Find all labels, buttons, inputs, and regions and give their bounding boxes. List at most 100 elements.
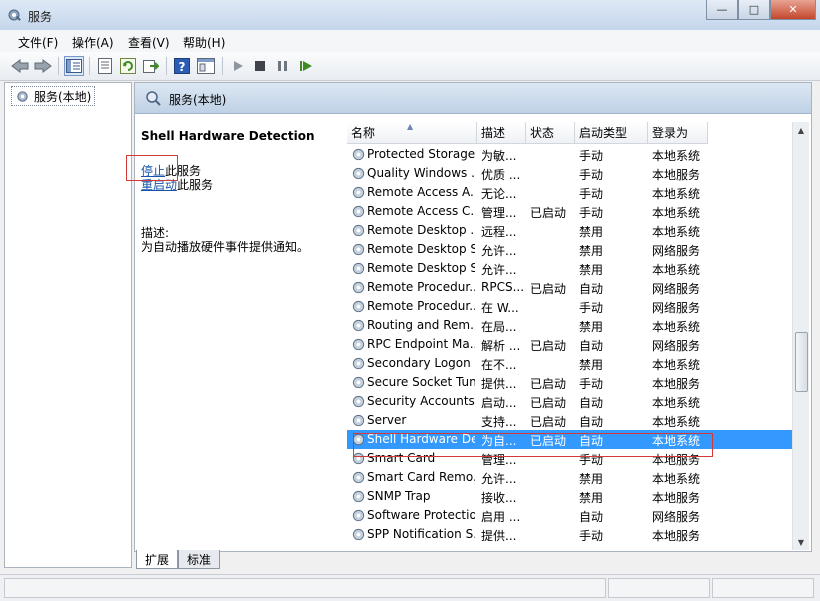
show-tree-icon[interactable]	[64, 56, 84, 76]
service-gear-icon	[352, 357, 365, 370]
cell-startup-type: 手动	[579, 377, 604, 391]
cell-name: SPP Notification S...	[367, 527, 475, 541]
cell-status: 已启动	[530, 282, 567, 296]
minimize-button[interactable]: —	[706, 0, 738, 20]
vertical-scrollbar[interactable]: ▲ ▼	[792, 122, 809, 550]
back-arrow-icon[interactable]	[10, 56, 30, 76]
scroll-thumb[interactable]	[795, 332, 808, 392]
properties-icon[interactable]	[95, 56, 115, 76]
menu-help[interactable]: 帮助(H)	[183, 34, 225, 51]
menu-file[interactable]: 文件(F)	[18, 34, 58, 51]
menu-view[interactable]: 查看(V)	[128, 34, 170, 51]
cell-startup-type: 禁用	[579, 263, 604, 277]
table-row[interactable]: Protected Storage 为敏... 手动 本地系统	[347, 145, 796, 164]
tab-extended[interactable]: 扩展	[136, 550, 179, 569]
table-row[interactable]: RPC Endpoint Ma... 解析 ... 已启动 自动 网络服务	[347, 335, 796, 354]
cell-logon-as: 本地系统	[652, 206, 701, 220]
window-controls: — □ ✕	[706, 0, 816, 20]
table-row[interactable]: Remote Desktop S... 允许... 禁用 本地系统	[347, 259, 796, 278]
cell-logon-as: 本地系统	[652, 358, 701, 372]
table-row[interactable]: Remote Desktop S... 允许... 禁用 网络服务	[347, 240, 796, 259]
table-row[interactable]: Remote Access C... 管理... 已启动 手动 本地系统	[347, 202, 796, 221]
cell-name: Remote Procedur...	[367, 299, 475, 313]
maximize-button[interactable]: □	[738, 0, 770, 20]
table-row[interactable]: Quality Windows ... 优质 ... 手动 本地服务	[347, 164, 796, 183]
status-bar	[0, 574, 820, 601]
table-row[interactable]: Secondary Logon 在不... 禁用 本地系统	[347, 354, 796, 373]
pause-icon[interactable]	[273, 56, 293, 76]
tab-standard[interactable]: 标准	[178, 550, 221, 569]
cell-startup-type: 禁用	[579, 244, 604, 258]
cell-logon-as: 网络服务	[652, 244, 701, 258]
description-text: 为自动播放硬件事件提供通知。	[141, 240, 310, 254]
cell-description: 解析 ...	[481, 339, 521, 353]
cell-description: 启动...	[481, 396, 517, 410]
help-icon[interactable]: ?	[172, 56, 192, 76]
cell-logon-as: 本地系统	[652, 320, 701, 334]
forward-arrow-icon[interactable]	[33, 56, 53, 76]
cell-description: 无论...	[481, 187, 517, 201]
table-row[interactable]: Server 支持... 已启动 自动 本地系统	[347, 411, 796, 430]
toolbar-separator	[166, 57, 167, 75]
menu-action[interactable]: 操作(A)	[72, 34, 114, 51]
refresh-icon[interactable]	[118, 56, 138, 76]
cell-name: Remote Access C...	[367, 204, 475, 218]
tree-item-services-local[interactable]: 服务(本地)	[11, 86, 96, 106]
cell-name: SNMP Trap	[367, 489, 431, 503]
table-row[interactable]: Security Accounts... 启动... 已启动 自动 本地系统	[347, 392, 796, 411]
column-description[interactable]: 描述	[477, 122, 526, 144]
cell-description: 在不...	[481, 358, 517, 372]
highlight-box-selected-row	[353, 433, 713, 457]
cell-status: 已启动	[530, 415, 567, 429]
stop-icon[interactable]	[250, 56, 270, 76]
cell-name: Routing and Rem...	[367, 318, 475, 332]
restart-icon[interactable]	[296, 56, 316, 76]
column-startup-type[interactable]: 启动类型	[575, 122, 648, 144]
start-icon[interactable]	[228, 56, 248, 76]
cell-logon-as: 本地系统	[652, 472, 701, 486]
table-row[interactable]: SPP Notification S... 提供... 手动 本地服务	[347, 525, 796, 544]
table-row[interactable]: Remote Desktop ... 远程... 禁用 本地系统	[347, 221, 796, 240]
scroll-up-icon[interactable]: ▲	[793, 122, 809, 138]
cell-name: RPC Endpoint Ma...	[367, 337, 475, 351]
status-pane	[712, 578, 814, 598]
table-row[interactable]: SNMP Trap 接收... 禁用 本地服务	[347, 487, 796, 506]
services-list: 名称 ▲ 描述 状态 启动类型 登录为 Protected Storage 为敏.…	[347, 122, 796, 550]
cell-logon-as: 本地系统	[652, 225, 701, 239]
scroll-down-icon[interactable]: ▼	[793, 534, 809, 550]
cell-name: Secure Socket Tun...	[367, 375, 475, 389]
console-view-icon[interactable]	[196, 56, 216, 76]
cell-logon-as: 本地系统	[652, 187, 701, 201]
window-title: 服务	[28, 10, 53, 24]
cell-startup-type: 手动	[579, 301, 604, 315]
cell-description: 允许...	[481, 263, 517, 277]
table-row[interactable]: Remote Access A... 无论... 手动 本地系统	[347, 183, 796, 202]
cell-logon-as: 网络服务	[652, 510, 701, 524]
service-gear-icon	[352, 338, 365, 351]
cell-description: 提供...	[481, 529, 517, 543]
close-button[interactable]: ✕	[770, 0, 816, 20]
table-row[interactable]: Routing and Rem... 在局... 禁用 本地系统	[347, 316, 796, 335]
column-status[interactable]: 状态	[526, 122, 575, 144]
services-gear-icon	[8, 9, 21, 21]
cell-startup-type: 手动	[579, 168, 604, 182]
table-row[interactable]: Remote Procedur... 在 W... 手动 网络服务	[347, 297, 796, 316]
column-logon-as[interactable]: 登录为	[648, 122, 708, 144]
cell-startup-type: 手动	[579, 529, 604, 543]
column-name[interactable]: 名称 ▲	[347, 122, 477, 144]
table-row[interactable]: Remote Procedur... RPCS... 已启动 自动 网络服务	[347, 278, 796, 297]
toolbar-separator	[58, 57, 59, 75]
selected-service-name: Shell Hardware Detection	[141, 129, 315, 143]
service-gear-icon	[352, 490, 365, 503]
column-status-label: 状态	[530, 126, 555, 140]
service-gear-icon	[352, 376, 365, 389]
service-gear-icon	[352, 300, 365, 313]
status-pane	[608, 578, 710, 598]
cell-startup-type: 自动	[579, 396, 604, 410]
column-name-label: 名称	[351, 126, 376, 140]
cell-name: Software Protection	[367, 508, 475, 522]
export-icon[interactable]	[141, 56, 161, 76]
table-row[interactable]: Smart Card Remo... 允许... 禁用 本地系统	[347, 468, 796, 487]
table-row[interactable]: Secure Socket Tun... 提供... 已启动手动 本地服务	[347, 373, 796, 392]
table-row[interactable]: Software Protection 启用 ... 自动 网络服务	[347, 506, 796, 525]
